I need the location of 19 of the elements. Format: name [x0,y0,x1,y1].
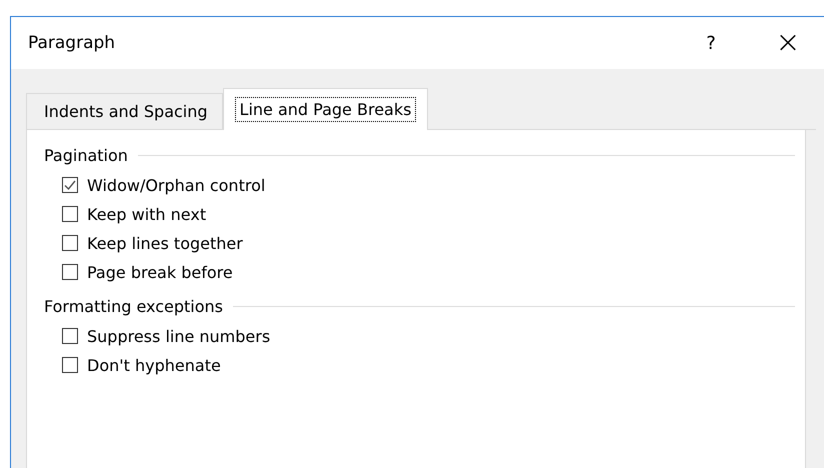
checkbox[interactable] [62,177,78,193]
window-title: Paragraph [28,33,116,53]
checkbox-label[interactable]: Keep with next [87,204,206,224]
tab[interactable]: Indents and Spacing [26,93,223,129]
checkbox[interactable] [62,357,78,373]
checkbox-label[interactable]: Page break before [87,262,233,282]
close-button[interactable]: × [773,28,803,58]
section-heading: Pagination [44,146,128,164]
checkbox[interactable] [62,264,78,280]
section-heading: Formatting exceptions [44,296,224,316]
tab[interactable]: Line and Page Breaks [222,88,428,130]
checkbox[interactable] [62,328,78,344]
checkbox[interactable] [62,235,78,251]
help-button[interactable]: ? [701,32,721,54]
checkbox-label[interactable]: Suppress line numbers [87,326,270,346]
checkbox-label[interactable]: Don't hyphenate [87,356,221,374]
checkbox-label[interactable]: Keep lines together [87,234,243,252]
checkbox-label[interactable]: Widow/Orphan control [87,176,266,194]
checkbox[interactable] [62,206,78,222]
